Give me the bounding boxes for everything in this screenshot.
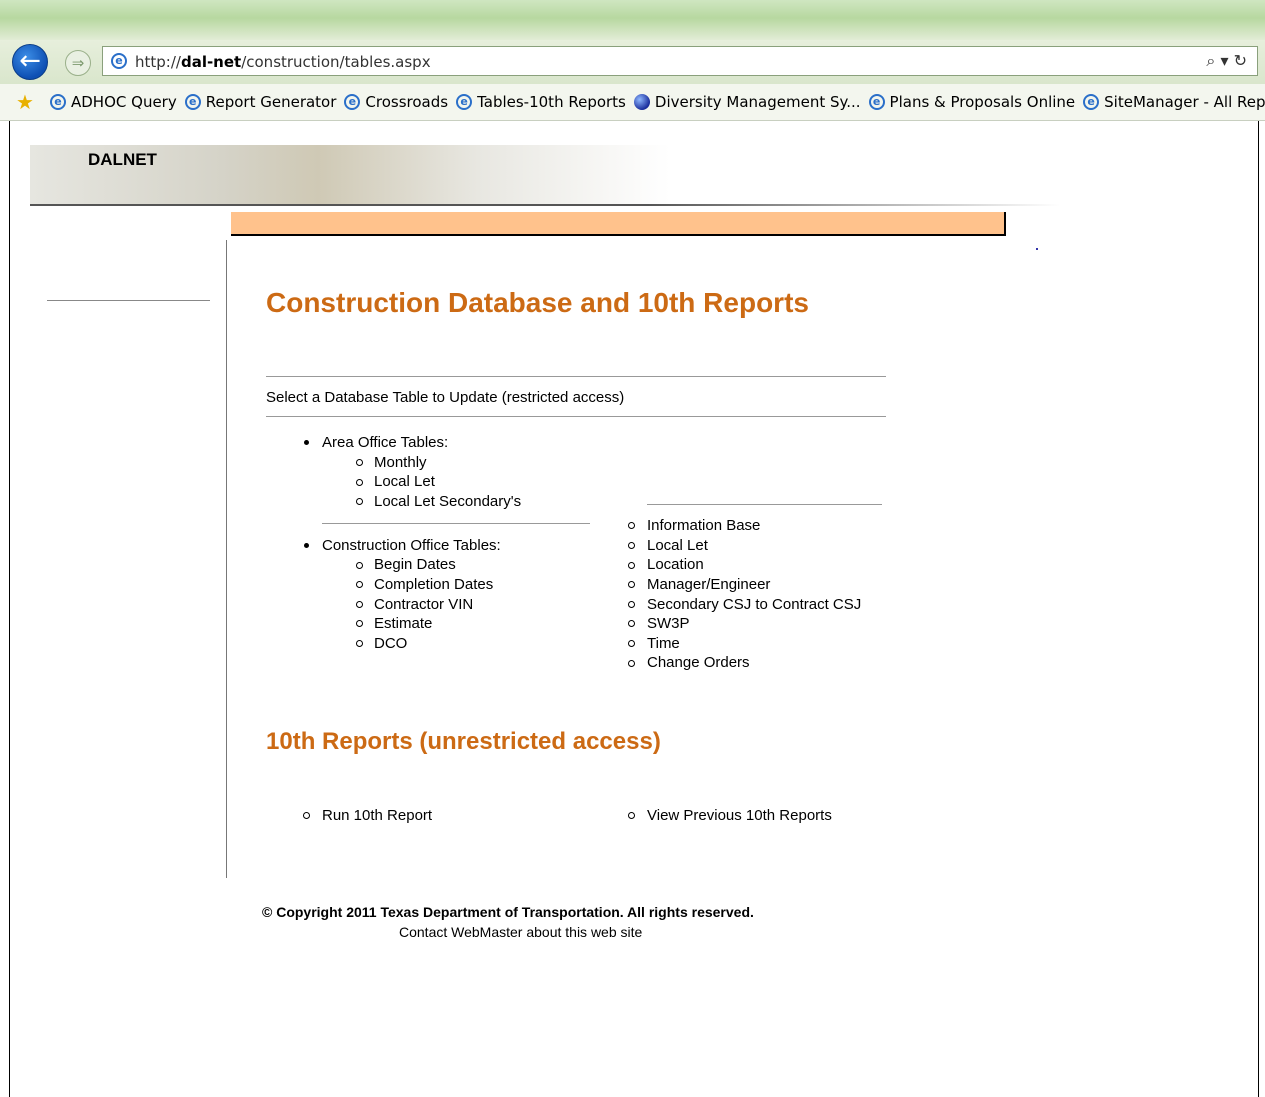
favorite-label: Crossroads <box>365 92 449 111</box>
link-manager-engineer[interactable]: Manager/Engineer <box>647 576 770 593</box>
bullet-circle <box>628 562 635 569</box>
ie-page-icon: e <box>456 94 473 110</box>
site-name: DALNET <box>88 150 157 169</box>
copyright-notice: © Copyright 2011 Texas Department of Tra… <box>262 904 754 920</box>
ie-page-icon: e <box>184 94 201 110</box>
bullet-circle <box>356 562 363 569</box>
bullet-circle <box>356 479 363 486</box>
bullet-circle <box>628 522 635 529</box>
favorite-label: ADHOC Query <box>71 92 177 111</box>
bullet-circle <box>356 459 363 466</box>
link-estimate[interactable]: Estimate <box>374 615 432 632</box>
bullet-circle <box>356 601 363 608</box>
left-nav-divider <box>47 300 210 301</box>
link-contractor-vin[interactable]: Contractor VIN <box>374 596 473 613</box>
link-information-base[interactable]: Information Base <box>647 517 760 534</box>
link-location[interactable]: Location <box>647 556 704 573</box>
bullet-circle <box>628 640 635 647</box>
ie-page-icon: e <box>868 94 885 110</box>
link-construction-local-let[interactable]: Local Let <box>647 537 708 554</box>
bullet-disc <box>304 543 309 548</box>
construction-office-heading: Construction Office Tables: <box>322 537 501 554</box>
bullet-circle <box>628 812 635 819</box>
link-area-local-let[interactable]: Local Let <box>374 473 435 490</box>
bullet-circle <box>356 498 363 505</box>
browser-title-bar <box>0 0 1265 40</box>
link-time[interactable]: Time <box>647 635 680 652</box>
bullet-circle <box>628 660 635 667</box>
link-run-10th-report[interactable]: Run 10th Report <box>322 807 432 824</box>
link-area-monthly[interactable]: Monthly <box>374 454 427 471</box>
bullet-disc <box>304 440 309 445</box>
banner-divider <box>30 204 1060 206</box>
favorites-bar: ★ e ADHOC Query e Report Generator e Crossroa… <box>0 84 1265 121</box>
link-dco[interactable]: DCO <box>374 635 407 652</box>
reports-heading: 10th Reports (unrestricted access) <box>266 728 661 755</box>
search-refresh-icons[interactable]: ⌕ ▾ ↻ <box>1206 51 1247 71</box>
window-border-left <box>9 121 10 1097</box>
ie-page-icon: e <box>344 94 361 110</box>
link-change-orders[interactable]: Change Orders <box>647 654 750 671</box>
area-office-heading: Area Office Tables: <box>322 434 449 451</box>
link-secondary-csj[interactable]: Secondary CSJ to Contract CSJ <box>647 596 861 613</box>
bullet-circle <box>628 620 635 627</box>
favorites-star-icon[interactable]: ★ <box>16 90 34 114</box>
section-divider-top <box>266 376 886 377</box>
bullet-circle <box>356 620 363 627</box>
contact-webmaster-link[interactable]: Contact WebMaster about this web site <box>399 924 642 940</box>
favorite-label: Plans & Proposals Online <box>889 92 1076 111</box>
favorite-item[interactable]: e Tables-10th Reports <box>456 93 626 111</box>
stray-dot <box>1036 248 1038 250</box>
ie-page-icon: e <box>111 53 127 69</box>
page-title: Construction Database and 10th Reports <box>266 287 809 318</box>
globe-icon <box>633 94 650 110</box>
orange-nav-bar <box>231 212 1006 236</box>
favorite-item[interactable]: e Crossroads <box>344 93 448 111</box>
bullet-circle <box>303 812 310 819</box>
link-completion-dates[interactable]: Completion Dates <box>374 576 493 593</box>
bullet-circle <box>628 601 635 608</box>
select-table-label: Select a Database Table to Update (restr… <box>266 389 625 406</box>
bullet-circle <box>628 581 635 588</box>
favorite-item[interactable]: e Report Generator <box>184 92 337 111</box>
back-arrow-icon[interactable]: ← <box>12 44 48 80</box>
browser-address-row: ← ⇒ e http://dal-net/construction/tables… <box>0 40 1265 84</box>
ie-page-icon: e <box>50 94 66 110</box>
bullet-circle <box>628 542 635 549</box>
section-divider-bottom <box>266 416 886 417</box>
area-office-divider <box>322 523 590 524</box>
link-view-previous-reports[interactable]: View Previous 10th Reports <box>647 807 832 824</box>
favorite-label: SiteManager - All Reports <box>1104 92 1265 111</box>
ie-page-icon: e <box>1083 94 1100 110</box>
favorite-label: Report Generator <box>205 92 337 111</box>
link-sw3p[interactable]: SW3P <box>647 615 690 632</box>
link-begin-dates[interactable]: Begin Dates <box>374 556 456 573</box>
bullet-circle <box>356 640 363 647</box>
link-area-local-let-secondarys[interactable]: Local Let Secondary's <box>374 493 521 510</box>
url-text[interactable]: http://dal-net/construction/tables.aspx <box>135 53 431 71</box>
favorite-item[interactable]: e ADHOC Query <box>50 93 177 111</box>
content-vertical-divider <box>226 240 227 878</box>
favorite-item[interactable]: eSiteManager - All Reports <box>1083 93 1265 111</box>
right-column-divider <box>647 504 882 505</box>
favorite-label: Tables-10th Reports <box>477 92 626 111</box>
favorite-item[interactable]: Diversity Management Sy... <box>633 92 861 111</box>
window-border-right <box>1258 121 1259 1097</box>
favorite-item[interactable]: e Plans & Proposals Online <box>868 92 1076 111</box>
favorite-label: Diversity Management Sy... <box>654 92 861 111</box>
bullet-circle <box>356 581 363 588</box>
forward-arrow-icon[interactable]: ⇒ <box>65 50 91 76</box>
favorites-list: e ADHOC Query e Report Generator e Crossroads… <box>50 92 1265 111</box>
address-bar[interactable]: e http://dal-net/construction/tables.asp… <box>102 46 1258 76</box>
